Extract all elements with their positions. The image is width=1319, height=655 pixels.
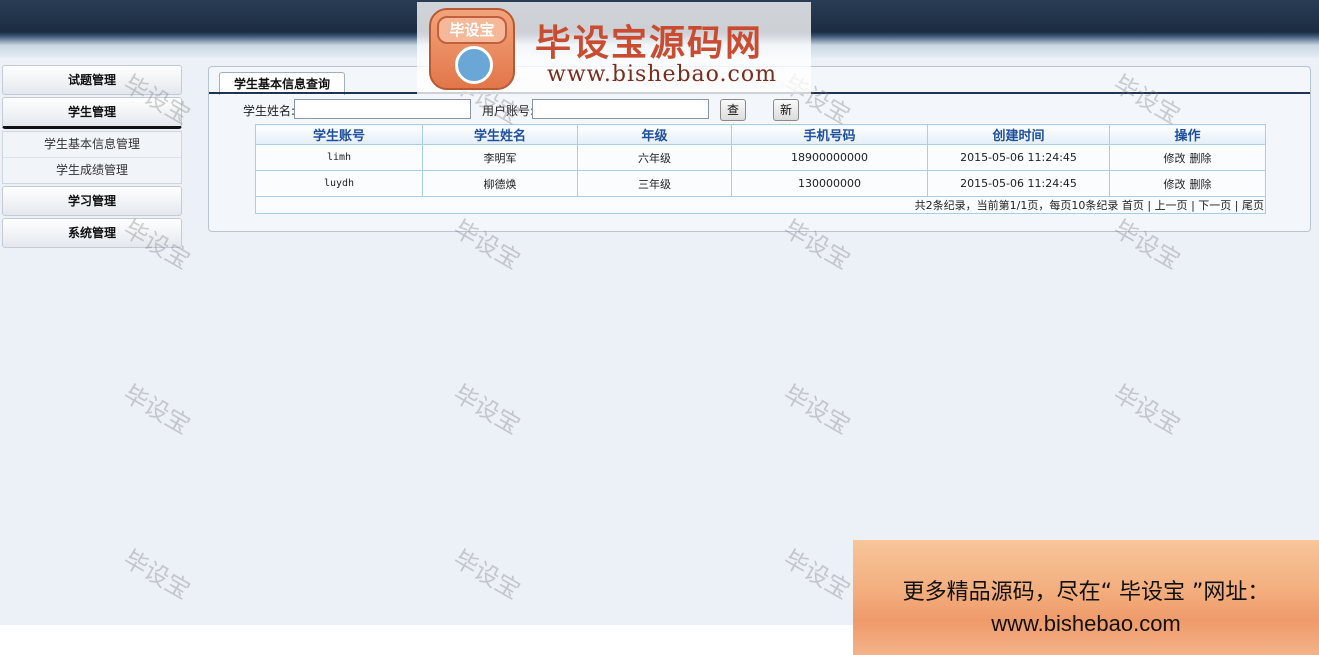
table-row: limh 李明军 六年级 18900000000 2015-05-06 11:2… <box>255 144 1266 171</box>
column-header-name: 学生姓名 <box>422 124 578 145</box>
pager-separator: | <box>1191 199 1195 212</box>
column-header-created: 创建时间 <box>927 124 1110 145</box>
column-header-grade: 年级 <box>577 124 732 145</box>
delete-link[interactable]: 删除 <box>1190 178 1212 191</box>
logo-eye-icon <box>455 46 493 84</box>
column-header-actions: 操作 <box>1109 124 1266 145</box>
cell-name: 李明军 <box>422 144 578 171</box>
cell-created: 2015-05-06 11:24:45 <box>927 170 1110 197</box>
promo-banner: 更多精品源码，尽在“ 毕设宝 ”网址： www.bishebao.com <box>853 540 1319 655</box>
column-header-phone: 手机号码 <box>731 124 928 145</box>
logo-url: www.bishebao.com <box>547 62 777 87</box>
logo-mark-icon: 毕设宝 <box>429 8 515 90</box>
student-name-input[interactable] <box>294 99 471 119</box>
logo-badge: 毕设宝 <box>437 16 507 44</box>
sidebar-item-study[interactable]: 学习管理 <box>2 186 182 216</box>
logo-title: 毕设宝源码网 <box>535 23 764 64</box>
edit-link[interactable]: 修改 <box>1164 152 1186 165</box>
cell-grade: 六年级 <box>577 144 732 171</box>
user-account-input[interactable] <box>532 99 709 119</box>
query-button[interactable]: 查询 <box>720 99 747 137</box>
sidebar-subitem-student-scores[interactable]: 学生成绩管理 <box>3 158 181 183</box>
table-header-row: 学生账号 学生姓名 年级 手机号码 创建时间 操作 <box>255 124 1266 145</box>
promo-text: 更多精品源码，尽在“ 毕设宝 ”网址： <box>902 580 1270 605</box>
pager: 共2条纪录，当前第1/1页，每页10条纪录 首页 | 上一页 | 下一页 | 尾… <box>255 196 1266 214</box>
pager-separator: | <box>1234 199 1239 212</box>
pager-separator: | <box>1147 199 1152 212</box>
pager-row: 共2条纪录，当前第1/1页，每页10条纪录 首页 | 上一页 | 下一页 | 尾… <box>255 196 1266 214</box>
student-table: 学生账号 学生姓名 年级 手机号码 创建时间 操作 limh 李明军 六年级 1… <box>255 124 1266 214</box>
cell-grade: 三年级 <box>577 170 732 197</box>
cell-created: 2015-05-06 11:24:45 <box>927 144 1110 171</box>
cell-phone: 130000000 <box>731 170 928 197</box>
table-row: luydh 柳德焕 三年级 130000000 2015-05-06 11:24… <box>255 170 1266 197</box>
delete-link[interactable]: 删除 <box>1190 152 1212 165</box>
cell-phone: 18900000000 <box>731 144 928 171</box>
cell-name: 柳德焕 <box>422 170 578 197</box>
sidebar-submenu-students: 学生基本信息管理 学生成绩管理 <box>2 131 182 184</box>
student-name-label: 学生姓名: <box>243 104 296 118</box>
pager-summary: 共2条纪录，当前第1/1页，每页10条纪录 <box>914 199 1119 212</box>
cell-account: luydh <box>255 170 423 197</box>
cell-actions: 修改 删除 <box>1109 144 1266 171</box>
site-logo: 毕设宝 毕设宝源码网 www.bishebao.com <box>417 2 811 94</box>
pager-next-link[interactable]: 下一页 <box>1198 199 1231 212</box>
column-header-account: 学生账号 <box>255 124 423 145</box>
cell-actions: 修改 删除 <box>1109 170 1266 197</box>
cell-account: limh <box>255 144 423 171</box>
promo-url: www.bishebao.com <box>991 611 1181 636</box>
sidebar-subitem-student-info[interactable]: 学生基本信息管理 <box>3 132 181 158</box>
edit-link[interactable]: 修改 <box>1164 178 1186 191</box>
pager-prev-link[interactable]: 上一页 <box>1155 199 1188 212</box>
pager-last-link[interactable]: 尾页 <box>1242 199 1264 212</box>
